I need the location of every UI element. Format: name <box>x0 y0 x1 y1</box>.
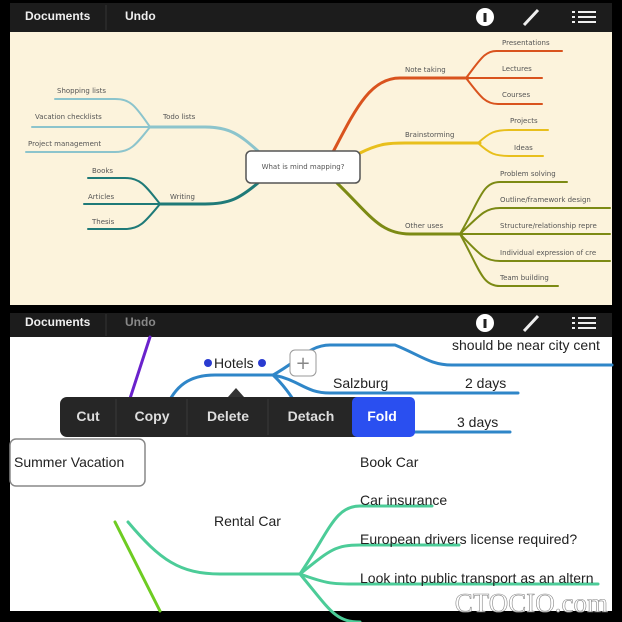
node-shopping-lists[interactable]: Shopping lists <box>57 87 106 95</box>
node-car-insurance[interactable]: Car insurance <box>360 492 447 508</box>
node-public-transport[interactable]: Look into public transport as an altern <box>360 570 593 586</box>
node-city-center[interactable]: should be near city cent <box>452 337 600 353</box>
bottom-panel: Documents Undo Hotels + should be near c… <box>9 313 614 622</box>
plus-icon: + <box>295 353 310 374</box>
node-writing[interactable]: Writing <box>170 193 195 201</box>
node-other-uses[interactable]: Other uses <box>405 222 443 230</box>
node-outline-design[interactable]: Outline/framework design <box>500 196 591 204</box>
documents-button[interactable]: Documents <box>25 9 91 23</box>
info-icon[interactable] <box>476 314 494 332</box>
node-individual-expression[interactable]: Individual expression of cre <box>500 249 596 257</box>
node-project-management[interactable]: Project management <box>28 140 101 148</box>
node-structure[interactable]: Structure/relationship repre <box>500 222 597 230</box>
node-books[interactable]: Books <box>92 167 113 175</box>
toolbar-top <box>10 3 612 32</box>
node-team-building[interactable]: Team building <box>499 274 549 282</box>
screenshot-composite: Documents Undo What is mind mapping? Not… <box>9 3 614 622</box>
node-salzburg[interactable]: Salzburg <box>333 375 388 391</box>
undo-button[interactable]: Undo <box>125 9 156 23</box>
node-ideas[interactable]: Ideas <box>514 144 533 152</box>
menu-fold[interactable]: Fold <box>367 408 397 424</box>
undo-button[interactable]: Undo <box>125 315 156 329</box>
node-european-license[interactable]: European drivers license required? <box>360 531 577 547</box>
node-vacation-checklists[interactable]: Vacation checklists <box>35 113 102 121</box>
central-topic-label: What is mind mapping? <box>262 163 345 171</box>
menu-delete[interactable]: Delete <box>207 408 249 424</box>
node-3-days[interactable]: 3 days <box>457 414 498 430</box>
top-panel: Documents Undo What is mind mapping? Not… <box>10 3 612 305</box>
node-presentations[interactable]: Presentations <box>502 39 550 47</box>
node-book-car[interactable]: Book Car <box>360 454 419 470</box>
node-rental-car[interactable]: Rental Car <box>214 513 281 529</box>
menu-copy[interactable]: Copy <box>135 408 170 424</box>
node-articles[interactable]: Articles <box>88 193 114 201</box>
menu-cut[interactable]: Cut <box>76 408 100 424</box>
node-courses[interactable]: Courses <box>502 91 530 99</box>
node-lectures[interactable]: Lectures <box>502 65 532 73</box>
node-problem-solving[interactable]: Problem solving <box>500 170 556 178</box>
node-2-days[interactable]: 2 days <box>465 375 506 391</box>
node-todo-lists[interactable]: Todo lists <box>162 113 196 121</box>
node-brainstorming[interactable]: Brainstorming <box>405 131 454 139</box>
menu-detach[interactable]: Detach <box>288 408 335 424</box>
node-thesis[interactable]: Thesis <box>91 218 115 226</box>
info-icon[interactable] <box>476 8 494 26</box>
node-projects[interactable]: Projects <box>510 117 538 125</box>
node-note-taking[interactable]: Note taking <box>405 66 446 74</box>
central-topic-label: Summer Vacation <box>14 454 124 470</box>
add-child-button[interactable]: + <box>289 349 317 377</box>
node-hotels: Hotels <box>214 355 254 371</box>
watermark: CTOCIO.com <box>455 588 608 618</box>
documents-button[interactable]: Documents <box>25 315 91 329</box>
toolbar-bottom <box>10 313 612 337</box>
